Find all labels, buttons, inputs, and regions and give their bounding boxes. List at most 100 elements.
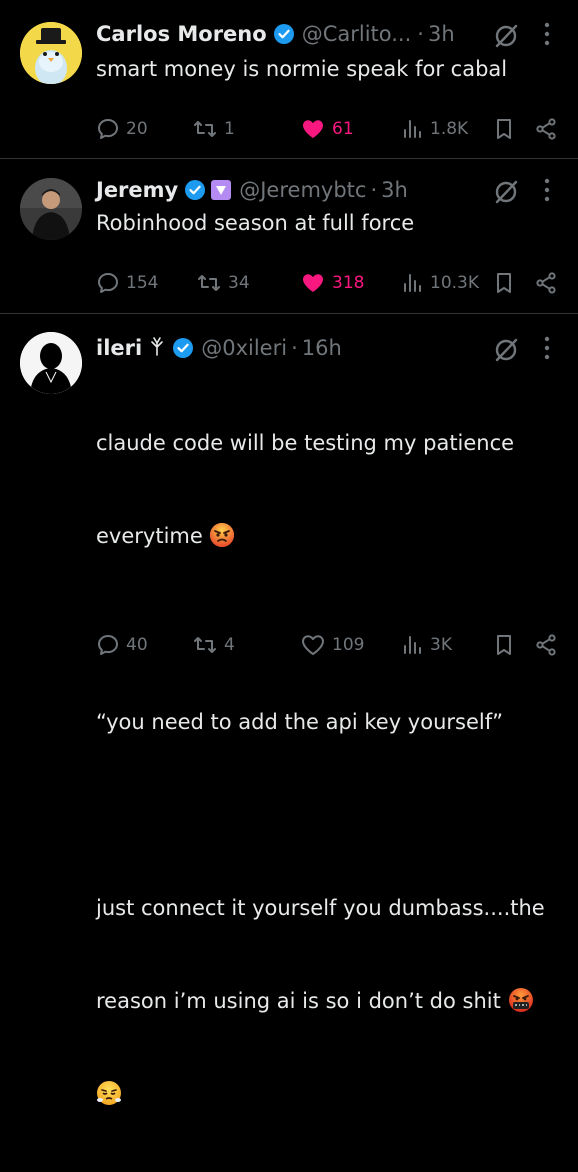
tweet-text-line: everytime <box>96 521 566 552</box>
repost-count: 34 <box>228 273 250 293</box>
repost-icon <box>194 637 216 653</box>
share-button[interactable] <box>534 630 564 660</box>
divider <box>0 158 578 159</box>
handle[interactable]: @0xileri <box>201 336 287 360</box>
steam-emoji-icon <box>96 1080 122 1106</box>
like-icon <box>303 274 323 292</box>
tweet-text: Robinhood season at full force <box>96 211 415 235</box>
avatar[interactable] <box>20 22 82 84</box>
share-button[interactable] <box>534 114 564 144</box>
separator: · <box>370 178 378 202</box>
angry-emoji-icon <box>209 522 235 548</box>
reply-count: 20 <box>126 119 148 139</box>
display-name[interactable]: Jeremy <box>96 178 178 202</box>
share-icon <box>536 272 556 294</box>
repost-count: 1 <box>224 119 235 139</box>
view-count: 1.8K <box>430 119 469 139</box>
separator: · <box>417 22 424 46</box>
grok-icon[interactable] <box>492 336 520 364</box>
tweet-text-line: “you need to add the api key yourself” <box>96 710 503 734</box>
display-name[interactable]: ileri <box>96 336 142 360</box>
avatar[interactable] <box>20 332 82 394</box>
affiliate-badge-icon[interactable] <box>210 179 232 201</box>
view-count: 3K <box>430 635 452 655</box>
views-icon <box>404 636 421 654</box>
tweet-text: smart money is normie speak for cabal <box>96 57 508 81</box>
more-icon[interactable] <box>544 178 550 202</box>
divider <box>0 313 578 314</box>
tweet-text-fragment: reason i’m using ai is so i don’t do shi… <box>96 989 501 1013</box>
cursing-emoji-icon <box>508 987 534 1013</box>
like-count: 61 <box>332 119 354 139</box>
like-button[interactable]: 109 <box>300 630 364 660</box>
sprout-emoji-icon <box>148 336 166 361</box>
tweet-text-line: reason i’m using ai is so i don’t do shi… <box>96 986 566 1017</box>
views-icon <box>404 120 421 138</box>
bookmark-icon <box>497 635 511 655</box>
reply-count: 154 <box>126 273 159 293</box>
views-button[interactable]: 1.8K <box>402 114 468 144</box>
like-button[interactable]: 61 <box>300 114 354 144</box>
tweet-header: Carlos Moreno @Carlito... · 3h <box>96 18 455 50</box>
action-bar: 154 34 318 10.3K <box>96 268 562 298</box>
repost-button[interactable]: 4 <box>192 630 235 660</box>
separator: · <box>291 336 298 360</box>
tweet-text-line <box>96 1079 566 1110</box>
verified-badge-icon[interactable] <box>172 337 194 359</box>
penguin-avatar-icon <box>20 22 82 84</box>
silhouette-avatar-icon <box>20 332 82 394</box>
timestamp[interactable]: 16h <box>302 336 342 360</box>
handle[interactable]: @Carlito... <box>302 22 412 46</box>
reply-count: 40 <box>126 635 148 655</box>
share-icon <box>536 118 556 140</box>
person-avatar-icon <box>20 178 82 240</box>
bookmark-button[interactable] <box>494 630 520 660</box>
tweet-text-line: claude code will be testing my patience <box>96 431 515 455</box>
bookmark-button[interactable] <box>494 114 520 144</box>
repost-button[interactable]: 34 <box>196 268 250 298</box>
tweet-jeremy[interactable]: Jeremy @Jeremybtc · 3h Robinhood season … <box>0 174 578 306</box>
share-icon <box>536 634 556 656</box>
like-icon <box>302 635 324 655</box>
like-button[interactable]: 318 <box>300 268 364 298</box>
tweet-text-line: just connect it yourself you dumbass....… <box>96 896 545 920</box>
reply-button[interactable]: 20 <box>96 114 148 144</box>
bookmark-icon <box>497 273 511 293</box>
tweet-text-fragment: everytime <box>96 524 203 548</box>
tweet-carlos[interactable]: Carlos Moreno @Carlito... · 3h smart mon… <box>0 18 578 158</box>
like-count: 318 <box>332 273 365 293</box>
share-button[interactable] <box>534 268 564 298</box>
reply-button[interactable]: 154 <box>96 268 158 298</box>
tweet-ileri[interactable]: ileri @0xileri · 16h claude code will be… <box>0 332 578 1105</box>
verified-badge-icon[interactable] <box>184 179 206 201</box>
action-bar: 20 1 61 1.8K <box>96 114 562 144</box>
reply-icon <box>98 273 118 293</box>
display-name[interactable]: Carlos Moreno <box>96 22 267 46</box>
grok-icon[interactable] <box>492 178 520 206</box>
repost-icon <box>194 121 216 137</box>
more-icon[interactable] <box>544 22 550 46</box>
reply-icon <box>98 635 118 655</box>
timestamp[interactable]: 3h <box>381 178 408 202</box>
handle[interactable]: @Jeremybtc <box>239 178 366 202</box>
verified-badge-icon[interactable] <box>273 23 295 45</box>
bookmark-button[interactable] <box>494 268 520 298</box>
more-icon[interactable] <box>544 336 550 360</box>
bookmark-icon <box>497 119 511 139</box>
views-button[interactable]: 10.3K <box>402 268 479 298</box>
views-button[interactable]: 3K <box>402 630 452 660</box>
action-bar: 40 4 109 3K <box>96 630 562 660</box>
reply-button[interactable]: 40 <box>96 630 148 660</box>
grok-icon[interactable] <box>492 22 520 50</box>
repost-icon <box>198 275 220 291</box>
repost-button[interactable]: 1 <box>192 114 235 144</box>
view-count: 10.3K <box>430 273 479 293</box>
views-icon <box>404 274 421 292</box>
tweet-header: ileri @0xileri · 16h <box>96 332 342 364</box>
tweet-header: Jeremy @Jeremybtc · 3h <box>96 174 408 206</box>
timestamp[interactable]: 3h <box>428 22 455 46</box>
avatar[interactable] <box>20 178 82 240</box>
repost-count: 4 <box>224 635 235 655</box>
like-icon <box>303 120 323 138</box>
